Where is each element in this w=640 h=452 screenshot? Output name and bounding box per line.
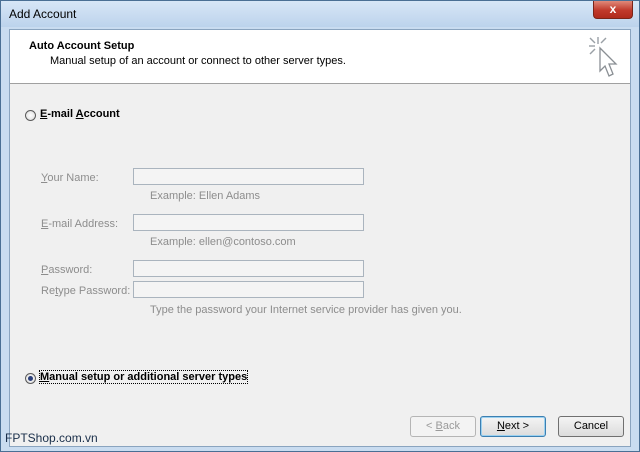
- manual-setup-radio[interactable]: [25, 373, 36, 384]
- retype-password-input[interactable]: [133, 281, 364, 298]
- password-hint: Type the password your Internet service …: [150, 304, 462, 316]
- back-button[interactable]: < Back: [410, 416, 476, 437]
- retype-password-label: Retype Password:: [41, 285, 131, 297]
- email-address-input[interactable]: [133, 214, 364, 231]
- password-input[interactable]: [133, 260, 364, 277]
- email-address-hint: Example: ellen@contoso.com: [150, 236, 296, 248]
- watermark: FPTShop.com.vn: [5, 431, 98, 445]
- manual-setup-label[interactable]: Manual setup or additional server types: [38, 370, 249, 384]
- page-subtitle: Manual setup of an account or connect to…: [50, 55, 346, 67]
- email-address-label: E-mail Address:: [41, 218, 119, 230]
- page-title: Auto Account Setup: [29, 40, 135, 52]
- your-name-label: Your Name:: [41, 172, 99, 184]
- wizard-header: Auto Account Setup Manual setup of an ac…: [10, 30, 630, 84]
- cursor-sparkle-icon: [589, 37, 618, 77]
- dialog-client-area: Auto Account Setup Manual setup of an ac…: [9, 29, 631, 447]
- next-button[interactable]: Next >: [480, 416, 546, 437]
- cancel-button[interactable]: Cancel: [558, 416, 624, 437]
- add-account-window: Add Account x Auto Account Setup Manual …: [0, 0, 640, 452]
- window-title: Add Account: [9, 7, 77, 21]
- close-button[interactable]: x: [593, 1, 633, 19]
- your-name-input[interactable]: [133, 168, 364, 185]
- close-icon: x: [609, 2, 617, 16]
- email-account-label[interactable]: E-mail Account: [40, 108, 120, 120]
- your-name-hint: Example: Ellen Adams: [150, 190, 261, 202]
- title-bar[interactable]: Add Account x: [1, 1, 639, 27]
- password-label: Password:: [41, 264, 93, 276]
- email-account-radio[interactable]: [25, 110, 36, 121]
